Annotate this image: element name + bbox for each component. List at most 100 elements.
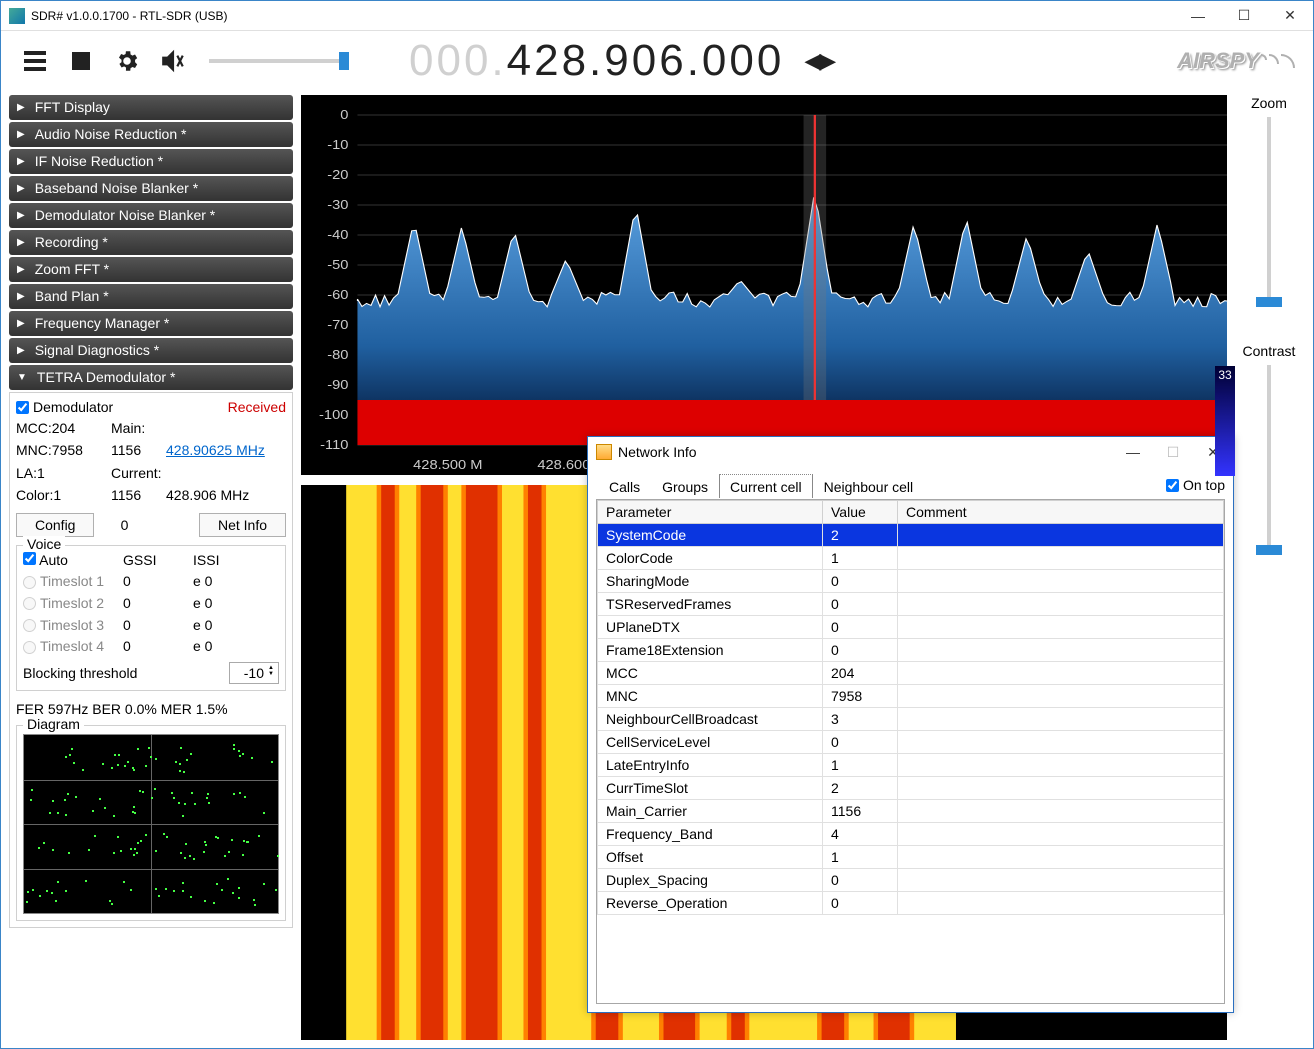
collapse-arrow-icon: ▶ [17,264,25,275]
dialog-icon [596,444,612,460]
airspy-logo: AIRSPY [1177,48,1295,74]
column-header[interactable]: Parameter [598,501,823,524]
contrast-slider[interactable] [1267,365,1271,555]
issi-value: e 0 [193,593,263,615]
collapse-arrow-icon: ▶ [17,210,25,221]
table-row[interactable]: ColorCode1 [598,547,1224,570]
table-row[interactable]: Frequency_Band4 [598,823,1224,846]
maximize-button[interactable]: ☐ [1221,1,1267,31]
table-row[interactable]: SystemCode2 [598,524,1224,547]
svg-text:-110: -110 [320,437,349,452]
settings-button[interactable] [111,45,143,77]
table-row[interactable]: Reverse_Operation0 [598,892,1224,915]
window-title: SDR# v1.0.0.1700 - RTL-SDR (USB) [31,9,1175,23]
counter-value: 0 [104,517,144,533]
current-channel: 1156 [111,484,166,506]
stop-button[interactable] [65,45,97,77]
table-row[interactable]: CellServiceLevel0 [598,731,1224,754]
svg-text:0: 0 [340,107,348,122]
frequency-display[interactable]: 000. 428.906.000 ◀▶ [409,36,834,86]
svg-text:-10: -10 [327,137,349,152]
table-row[interactable]: NeighbourCellBroadcast3 [598,708,1224,731]
panel-header-signal-diagnostics-[interactable]: ▶ Signal Diagnostics * [9,338,293,363]
timeslot-radio[interactable]: Timeslot 3 [23,615,123,637]
hamburger-icon [24,51,46,71]
svg-text:-40: -40 [327,227,349,242]
panel-label: Recording * [35,234,108,250]
table-row[interactable]: Main_Carrier1156 [598,800,1224,823]
panel-header-zoom-fft-[interactable]: ▶Zoom FFT * [9,257,293,282]
panel-header-audio-noise-reduction-[interactable]: ▶Audio Noise Reduction * [9,122,293,147]
blocking-threshold-input[interactable]: ▲▼ [229,662,279,684]
close-button[interactable]: ✕ [1267,1,1313,31]
netinfo-grid[interactable]: ParameterValueComment SystemCode2ColorCo… [596,499,1225,1004]
netinfo-maximize-button[interactable]: ☐ [1153,437,1193,467]
tab-neighbour-cell[interactable]: Neighbour cell [813,474,925,498]
tab-groups[interactable]: Groups [651,474,719,498]
issi-value: e 0 [193,571,263,593]
table-row[interactable]: MNC7958 [598,685,1224,708]
panel-label: TETRA Demodulator * [37,369,176,385]
sidebar: ▶FFT Display▶Audio Noise Reduction *▶IF … [9,95,293,1040]
mute-button[interactable] [157,45,189,77]
timeslot-radio[interactable]: Timeslot 2 [23,593,123,615]
table-row[interactable]: CurrTimeSlot2 [598,777,1224,800]
collapse-arrow-icon: ▶ [17,291,25,302]
table-row[interactable]: Frame18Extension0 [598,639,1224,662]
volume-thumb[interactable] [339,52,349,70]
zoom-label: Zoom [1251,95,1287,111]
svg-text:-50: -50 [327,257,349,272]
menu-button[interactable] [19,45,51,77]
timeslot-radio[interactable]: Timeslot 4 [23,636,123,658]
demodulator-checkbox[interactable]: Demodulator [16,399,113,415]
netinfo-title: Network Info [618,444,1113,460]
panel-label: IF Noise Reduction * [35,153,163,169]
netinfo-button[interactable]: Net Info [199,513,286,537]
panel-label: Signal Diagnostics * [35,342,160,358]
panel-header-baseband-noise-blanker-[interactable]: ▶Baseband Noise Blanker * [9,176,293,201]
panel-header-band-plan-[interactable]: ▶Band Plan * [9,284,293,309]
volume-slider[interactable] [209,59,349,63]
tab-calls[interactable]: Calls [598,474,651,498]
svg-text:-90: -90 [327,377,349,392]
panel-header-frequency-manager-[interactable]: ▶Frequency Manager * [9,311,293,336]
config-button[interactable]: Config [16,513,94,537]
table-row[interactable]: MCC204 [598,662,1224,685]
gssi-value: 0 [123,636,193,658]
column-header[interactable]: Value [823,501,898,524]
level-badge: 33 [1215,366,1235,476]
panel-label: Baseband Noise Blanker * [35,180,198,196]
speaker-mute-icon [160,48,186,74]
table-row[interactable]: SharingMode0 [598,570,1224,593]
panel-label: FFT Display [35,99,110,115]
spin-down-icon[interactable]: ▼ [268,671,274,677]
fft-spectrum[interactable]: 0-10-20-30-40-50-60-70-80-90-100-110428.… [301,95,1227,475]
table-row[interactable]: Offset1 [598,846,1224,869]
table-row[interactable]: TSReservedFrames0 [598,593,1224,616]
timeslot-radio[interactable]: Timeslot 1 [23,571,123,593]
auto-checkbox[interactable]: Auto [23,550,123,572]
panel-header-if-noise-reduction-[interactable]: ▶IF Noise Reduction * [9,149,293,174]
panel-header-tetra-demodulator-[interactable]: ▼TETRA Demodulator * [9,365,293,390]
issi-value: e 0 [193,615,263,637]
frequency-step-arrows[interactable]: ◀▶ [804,48,834,74]
minimize-button[interactable]: — [1175,1,1221,31]
error-metrics: FER 597Hz BER 0.0% MER 1.5% [16,701,286,717]
svg-text:-80: -80 [327,347,349,362]
column-header[interactable]: Comment [898,501,1224,524]
zoom-slider[interactable] [1267,117,1271,307]
panel-header-recording-[interactable]: ▶Recording * [9,230,293,255]
collapse-arrow-icon: ▶ [17,345,25,356]
panel-header-demodulator-noise-blanker-[interactable]: ▶Demodulator Noise Blanker * [9,203,293,228]
table-row[interactable]: UPlaneDTX0 [598,616,1224,639]
panel-header-fft-display[interactable]: ▶FFT Display [9,95,293,120]
panel-label: Frequency Manager * [35,315,170,331]
main-frequency-link[interactable]: 428.90625 MHz [166,439,286,461]
table-row[interactable]: LateEntryInfo1 [598,754,1224,777]
tab-current-cell[interactable]: Current cell [719,474,813,498]
constellation-diagram [23,734,279,914]
netinfo-minimize-button[interactable]: — [1113,437,1153,467]
ontop-checkbox[interactable]: On top [1166,477,1225,493]
main-toolbar: 000. 428.906.000 ◀▶ AIRSPY [1,31,1313,91]
table-row[interactable]: Duplex_Spacing0 [598,869,1224,892]
